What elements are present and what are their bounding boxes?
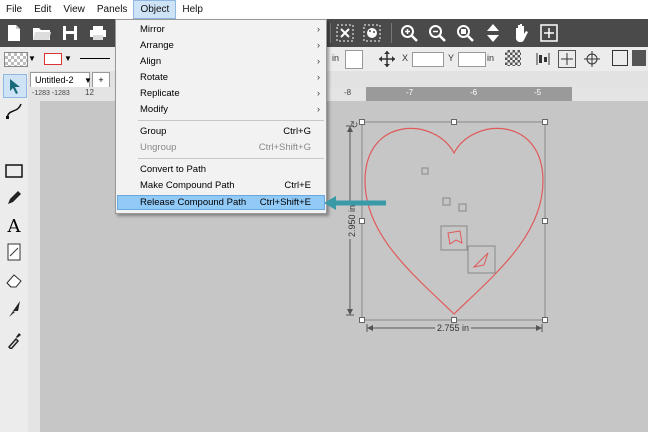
lock-toggle[interactable] xyxy=(345,50,363,69)
chevron-down-icon[interactable]: ▼ xyxy=(84,76,92,85)
transform-box-icon[interactable] xyxy=(612,50,628,66)
small-shape xyxy=(447,230,463,245)
eraser-icon[interactable] xyxy=(3,269,25,291)
tool-panel: A xyxy=(0,71,29,432)
menu-item-rotate[interactable]: Rotate › xyxy=(117,70,325,85)
menu-item-align[interactable]: Align › xyxy=(117,54,325,69)
pan-hand-icon[interactable] xyxy=(510,22,532,44)
zoom-fit-icon[interactable] xyxy=(454,22,476,44)
menu-item-arrange[interactable]: Arrange › xyxy=(117,38,325,53)
move-vertical-icon[interactable] xyxy=(482,22,504,44)
fill-swatch[interactable] xyxy=(4,52,28,67)
center-align-icon[interactable] xyxy=(558,50,576,68)
heart-shape xyxy=(364,127,544,315)
crosshair-icon[interactable] xyxy=(583,50,601,71)
menu-item-modify[interactable]: Modify › xyxy=(117,102,325,117)
ruler-tick: -6 xyxy=(470,88,478,97)
menu-item-mirror[interactable]: Mirror › xyxy=(117,22,325,37)
chevron-right-icon: › xyxy=(317,104,320,114)
menu-item-ungroup[interactable]: Ungroup Ctrl+Shift+G xyxy=(117,140,325,155)
ruler-tick: -7 xyxy=(406,88,414,97)
chevron-down-icon[interactable]: ▼ xyxy=(64,54,72,63)
menu-object[interactable]: Object xyxy=(133,0,177,19)
menu-item-release-compound-path[interactable]: Release Compound Path Ctrl+Shift+E xyxy=(117,195,325,210)
chevron-right-icon: › xyxy=(317,40,320,50)
eyedropper-icon[interactable] xyxy=(3,329,25,351)
chevron-right-icon: › xyxy=(317,72,320,82)
ruler-coords: -1283 -1283 xyxy=(32,90,70,97)
menu-view[interactable]: View xyxy=(57,0,91,19)
move-icon[interactable] xyxy=(378,50,396,71)
chevron-right-icon: › xyxy=(317,88,320,98)
chevron-right-icon: › xyxy=(317,24,320,34)
fit-page-icon[interactable] xyxy=(538,22,560,44)
pencil-icon[interactable] xyxy=(3,187,25,209)
resize-handle[interactable] xyxy=(359,119,365,125)
print-icon[interactable] xyxy=(87,22,109,44)
align-icon[interactable] xyxy=(535,51,551,70)
ruler-tick: 12 xyxy=(85,88,94,97)
stroke-swatch[interactable] xyxy=(44,53,62,65)
menu-file[interactable]: File xyxy=(0,0,28,19)
select-arrow-icon[interactable] xyxy=(3,74,27,98)
object-menu-dropdown: Mirror › Arrange › Align › Rotate › Replicat… xyxy=(115,19,327,214)
partial-unit-label: in xyxy=(332,53,340,63)
rotate-handle-icon[interactable]: ↻ xyxy=(350,120,358,131)
chevron-down-icon[interactable]: ▼ xyxy=(28,54,36,63)
palette-icon[interactable] xyxy=(361,22,383,44)
deselect-icon[interactable] xyxy=(334,22,356,44)
menu-item-replicate[interactable]: Replicate › xyxy=(117,86,325,101)
line-style[interactable] xyxy=(80,58,110,59)
small-object xyxy=(458,203,467,212)
resize-handle[interactable] xyxy=(542,218,548,224)
small-object xyxy=(421,167,429,175)
new-file-icon[interactable] xyxy=(3,22,25,44)
y-input[interactable] xyxy=(458,52,486,67)
small-shape xyxy=(472,252,489,268)
menu-item-group[interactable]: Group Ctrl+G xyxy=(117,124,325,139)
resize-handle[interactable] xyxy=(359,317,365,323)
rectangle-icon[interactable] xyxy=(3,160,25,182)
x-label: X xyxy=(402,53,409,63)
menu-panels[interactable]: Panels xyxy=(91,0,134,19)
pointer-arrow-icon xyxy=(324,196,386,210)
zoom-in-icon[interactable] xyxy=(398,22,420,44)
panel-toggle[interactable] xyxy=(632,50,646,66)
resize-handle[interactable] xyxy=(542,119,548,125)
save-icon[interactable] xyxy=(59,22,81,44)
menubar: File Edit View Panels Object Help xyxy=(0,0,648,19)
ruler-tick: -5 xyxy=(534,88,542,97)
resize-handle[interactable] xyxy=(451,119,457,125)
tab-untitled-2[interactable]: Untitled-2 xyxy=(30,72,90,87)
text-tool-icon[interactable]: A xyxy=(3,215,25,237)
reference-point-icon[interactable] xyxy=(505,50,521,66)
menu-edit[interactable]: Edit xyxy=(28,0,57,19)
x-input[interactable] xyxy=(412,52,444,67)
resize-handle[interactable] xyxy=(542,317,548,323)
image-trace-icon[interactable] xyxy=(3,241,25,263)
width-dimension-label: 2.755 in xyxy=(435,323,472,333)
menu-item-make-compound-path[interactable]: Make Compound Path Ctrl+E xyxy=(117,178,325,193)
node-edit-icon[interactable] xyxy=(3,100,25,122)
y-label: Y xyxy=(448,53,455,63)
small-object xyxy=(440,225,468,251)
zoom-out-icon[interactable] xyxy=(426,22,448,44)
y-unit-label: in xyxy=(487,53,495,63)
small-object xyxy=(442,197,451,206)
menu-item-convert-to-path[interactable]: Convert to Path xyxy=(117,162,325,177)
menu-help[interactable]: Help xyxy=(176,0,209,19)
add-tab-button[interactable]: + xyxy=(92,72,110,87)
open-folder-icon[interactable] xyxy=(31,22,53,44)
ruler-tick: -8 xyxy=(344,88,352,97)
resize-handle[interactable] xyxy=(359,218,365,224)
chevron-right-icon: › xyxy=(317,56,320,66)
knife-icon[interactable] xyxy=(3,298,25,320)
